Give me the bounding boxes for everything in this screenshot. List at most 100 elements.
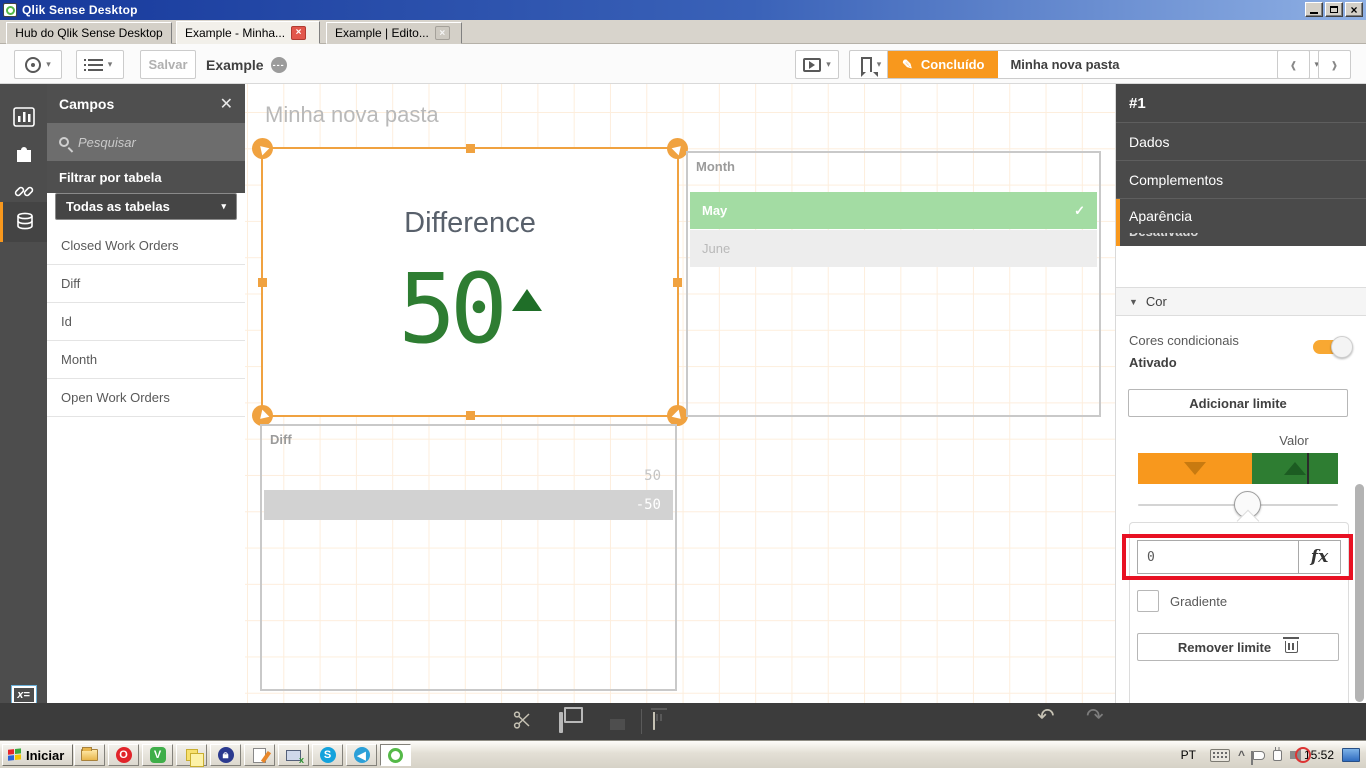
remove-limit-button[interactable]: Remover limite — [1137, 633, 1339, 661]
triangle-up-icon — [1284, 462, 1306, 475]
diff-object[interactable]: Diff 50 -50 — [260, 424, 677, 691]
tab-strip: Hub do Qlik Sense Desktop Example - Minh… — [0, 20, 1366, 44]
section-complementos[interactable]: Complementos — [1116, 161, 1366, 199]
rail-extensions-button[interactable] — [0, 135, 47, 172]
opera-icon: O — [115, 747, 132, 763]
tab-close-icon[interactable]: × — [434, 26, 450, 40]
taskbar-explorer-button[interactable] — [74, 744, 105, 766]
muted-speaker-icon[interactable] — [1289, 747, 1311, 763]
kpi-label: Difference — [404, 207, 536, 239]
sheet-canvas-title[interactable]: Minha nova pasta — [265, 102, 439, 128]
copy-button[interactable] — [559, 712, 563, 733]
expression-editor-button[interactable]: fx — [1298, 540, 1341, 574]
fields-search-input[interactable] — [78, 134, 208, 150]
fields-search-row — [47, 123, 245, 161]
tables-dropdown[interactable]: Todas as tabelas ▾ — [55, 193, 237, 220]
gradient-checkbox[interactable] — [1137, 590, 1159, 612]
taskbar-remote-button[interactable] — [278, 744, 309, 766]
green-segment[interactable] — [1252, 453, 1338, 484]
sticky-notes-icon — [185, 749, 204, 767]
flag-icon[interactable] — [1250, 750, 1265, 765]
field-item[interactable]: Closed Work Orders — [47, 227, 245, 265]
keyboard-icon[interactable] — [1209, 748, 1230, 762]
chevron-down-icon: ▾ — [221, 201, 226, 211]
section-dados[interactable]: Dados — [1116, 123, 1366, 161]
field-item[interactable]: Month — [47, 341, 245, 379]
field-item[interactable]: Id — [47, 303, 245, 341]
filter-item-june[interactable]: June — [690, 230, 1097, 267]
redo-button[interactable]: ↷ — [1086, 706, 1104, 727]
color-section-header[interactable]: ▼ Cor — [1116, 287, 1366, 316]
diff-min-label: -50 — [635, 497, 661, 513]
object-id-header: #1 — [1116, 84, 1366, 123]
field-item[interactable]: Diff — [47, 265, 245, 303]
app-info-icon[interactable]: --- — [270, 56, 287, 73]
tab-example-sheet[interactable]: Example - Minha... × — [176, 21, 320, 44]
global-menu-button[interactable]: ▾ — [76, 50, 124, 79]
tab-example-editor[interactable]: Example | Edito... × — [326, 22, 462, 44]
database-icon — [17, 212, 33, 230]
filter-item-may[interactable]: May ✓ — [690, 192, 1097, 229]
save-button[interactable]: Salvar — [140, 50, 196, 79]
left-icon-rail: x= — [0, 84, 47, 740]
tab-close-icon[interactable]: × — [291, 25, 307, 40]
copy-icon — [559, 712, 563, 733]
taskbar-v-app-button[interactable]: V — [142, 744, 173, 766]
previous-sheet-button[interactable]: ‹ — [1277, 50, 1310, 79]
delete-button[interactable] — [653, 712, 655, 730]
limit-value-input[interactable] — [1137, 540, 1298, 574]
taskbar-keepass-button[interactable]: 🔒︎ — [210, 744, 241, 766]
taskbar-notes-button[interactable] — [176, 744, 207, 767]
compass-icon — [25, 56, 42, 73]
taskbar-opera-button[interactable]: O — [108, 744, 139, 766]
storytelling-button[interactable]: ▾ — [795, 50, 839, 79]
next-sheet-button[interactable]: › — [1318, 50, 1351, 79]
rail-charts-button[interactable] — [0, 98, 47, 135]
puzzle-icon — [16, 146, 31, 162]
app-toolbar: ▾ ▾ Salvar Example --- ▾ ▾ ✎ Concluído M… — [0, 44, 1366, 84]
done-editing-button[interactable]: ✎ Concluído — [888, 51, 999, 78]
power-plug-icon[interactable] — [1272, 746, 1282, 761]
undo-button[interactable]: ↶ — [1037, 706, 1055, 727]
section-aparencia[interactable]: Aparência — [1116, 199, 1366, 233]
conditional-colors-toggle[interactable] — [1313, 336, 1353, 358]
orange-segment[interactable] — [1138, 453, 1252, 484]
scissors-icon — [513, 711, 530, 729]
month-filter-pane[interactable]: Month May ✓ June — [686, 151, 1101, 417]
kpi-value-row: 50 — [263, 259, 677, 360]
bookmark-icon — [860, 57, 878, 77]
color-segments-bar — [1138, 453, 1338, 484]
clipped-subsection: Desativado — [1116, 233, 1366, 246]
start-button[interactable]: Iniciar — [2, 744, 74, 766]
taskbar-telegram-button[interactable]: ◀ — [346, 744, 377, 766]
taskbar-skype-button[interactable]: S — [312, 744, 343, 766]
taskbar-qlik-button[interactable] — [380, 744, 411, 766]
lock-icon: 🔒︎ — [217, 747, 234, 763]
telegram-icon: ◀ — [353, 747, 370, 763]
field-item[interactable]: Open Work Orders — [47, 379, 245, 417]
system-tray: PT ^ 15:52 — [1175, 741, 1366, 768]
taskbar-editor-button[interactable] — [244, 744, 275, 766]
cut-button[interactable] — [512, 710, 532, 735]
add-limit-button[interactable]: Adicionar limite — [1128, 389, 1348, 417]
divider — [641, 709, 642, 734]
rail-fields-button[interactable] — [0, 202, 47, 242]
sheet-title-field[interactable]: Minha nova pasta — [998, 51, 1280, 78]
close-button[interactable]: × — [1345, 2, 1363, 17]
app-title: Example --- — [206, 56, 287, 73]
show-desktop-icon[interactable] — [1342, 748, 1360, 762]
navigation-menu-button[interactable]: ▾ — [14, 50, 62, 79]
restore-button[interactable] — [1325, 2, 1343, 17]
language-indicator[interactable]: PT — [1175, 746, 1202, 764]
tab-hub[interactable]: Hub do Qlik Sense Desktop — [6, 22, 172, 44]
minimize-button[interactable] — [1305, 2, 1323, 17]
conditional-colors-label: Cores condicionais — [1129, 333, 1239, 348]
close-icon[interactable]: ✕ — [220, 94, 233, 114]
fx-icon: fx — [1310, 547, 1329, 567]
diff-max-label: 50 — [644, 468, 661, 484]
qlik-sense-desktop-window: Qlik Sense Desktop × Hub do Qlik Sense D… — [0, 0, 1366, 768]
panel-scrollbar[interactable] — [1355, 484, 1364, 702]
hidden-icons-chevron[interactable]: ^ — [1238, 748, 1245, 762]
kpi-object[interactable]: Difference 50 — [262, 148, 678, 416]
toggle-state-label: Ativado — [1129, 355, 1177, 370]
